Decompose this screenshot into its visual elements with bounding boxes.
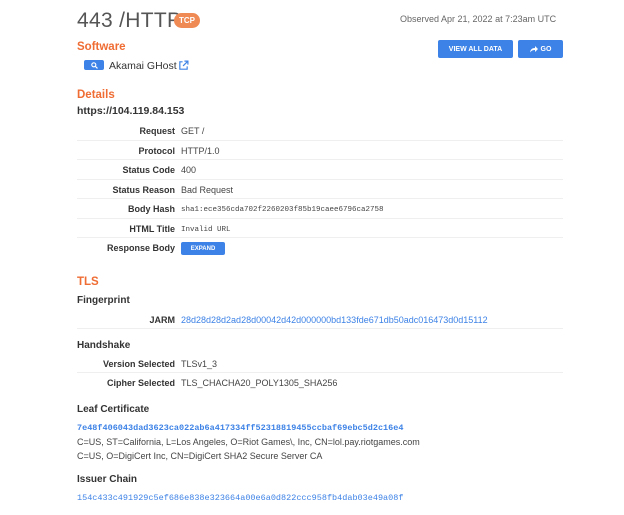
response-body-label: Response Body [106, 243, 175, 253]
expand-response-body-button[interactable]: EXPAND [181, 242, 225, 255]
version-selected-label: Version Selected [102, 359, 175, 369]
issuer-chain-hash-link[interactable]: 154c433c491929c5ef686e838e323664a00e6a0d… [77, 493, 403, 503]
go-button[interactable]: GO [518, 40, 563, 58]
jarm-value-link[interactable]: 28d28d28d2ad28d00042d42d000000bd133fde67… [181, 315, 488, 325]
row-divider [77, 179, 563, 180]
software-section-title: Software [77, 41, 126, 53]
cipher-selected-value: TLS_CHACHA20_POLY1305_SHA256 [181, 378, 338, 388]
software-search-button[interactable] [84, 60, 104, 70]
port-number: 443 [77, 9, 113, 32]
html-title-value: Invalid URL [181, 226, 231, 234]
service-url: https://104.119.84.153 [77, 105, 185, 117]
protocol-label: Protocol [138, 146, 175, 156]
details-section-title: Details [77, 89, 115, 101]
transport-badge: TCP [174, 13, 200, 28]
observed-timestamp: Observed Apr 21, 2022 at 7:23am UTC [400, 14, 557, 24]
cipher-selected-label: Cipher Selected [106, 378, 175, 388]
go-button-label: GO [540, 45, 552, 53]
row-divider [77, 237, 563, 238]
handshake-title: Handshake [77, 340, 131, 351]
port-protocol-title: 443 /HTTP [77, 9, 181, 33]
tls-section-title: TLS [77, 276, 99, 288]
issuer-chain-title: Issuer Chain [77, 474, 138, 485]
fingerprint-title: Fingerprint [77, 295, 130, 306]
leaf-certificate-subject: C=US, ST=California, L=Los Angeles, O=Ri… [77, 437, 420, 447]
version-selected-value: TLSv1_3 [181, 359, 218, 369]
view-all-data-button[interactable]: VIEW ALL DATA [438, 40, 513, 58]
leaf-certificate-title: Leaf Certificate [77, 404, 150, 415]
protocol-name: HTTP [125, 9, 182, 32]
row-divider [77, 372, 563, 373]
row-divider [77, 218, 563, 219]
port-separator: / [112, 9, 126, 32]
row-divider [77, 140, 563, 141]
status-code-label: Status Code [122, 165, 175, 175]
request-label: Request [139, 126, 175, 136]
protocol-value: HTTP/1.0 [181, 146, 220, 156]
row-divider [77, 328, 563, 329]
jarm-label: JARM [149, 315, 175, 325]
search-icon [90, 61, 98, 69]
share-arrow-icon [529, 45, 538, 52]
external-link-icon[interactable] [178, 60, 189, 71]
request-value: GET / [181, 126, 205, 136]
leaf-certificate-issuer: C=US, O=DigiCert Inc, CN=DigiCert SHA2 S… [77, 451, 323, 461]
body-hash-label: Body Hash [127, 204, 175, 214]
status-reason-label: Status Reason [112, 185, 175, 195]
status-reason-value: Bad Request [181, 185, 234, 195]
html-title-label: HTML Title [129, 224, 175, 234]
body-hash-value: sha1:ece356cda702f2260203f85b19caee6796c… [181, 206, 384, 214]
row-divider [77, 198, 563, 199]
software-name: Akamai GHost [109, 60, 177, 72]
status-code-value: 400 [181, 165, 197, 175]
row-divider [77, 159, 563, 160]
leaf-certificate-hash-link[interactable]: 7e48f406043dad3623ca022ab6a417334ff52318… [77, 423, 403, 433]
